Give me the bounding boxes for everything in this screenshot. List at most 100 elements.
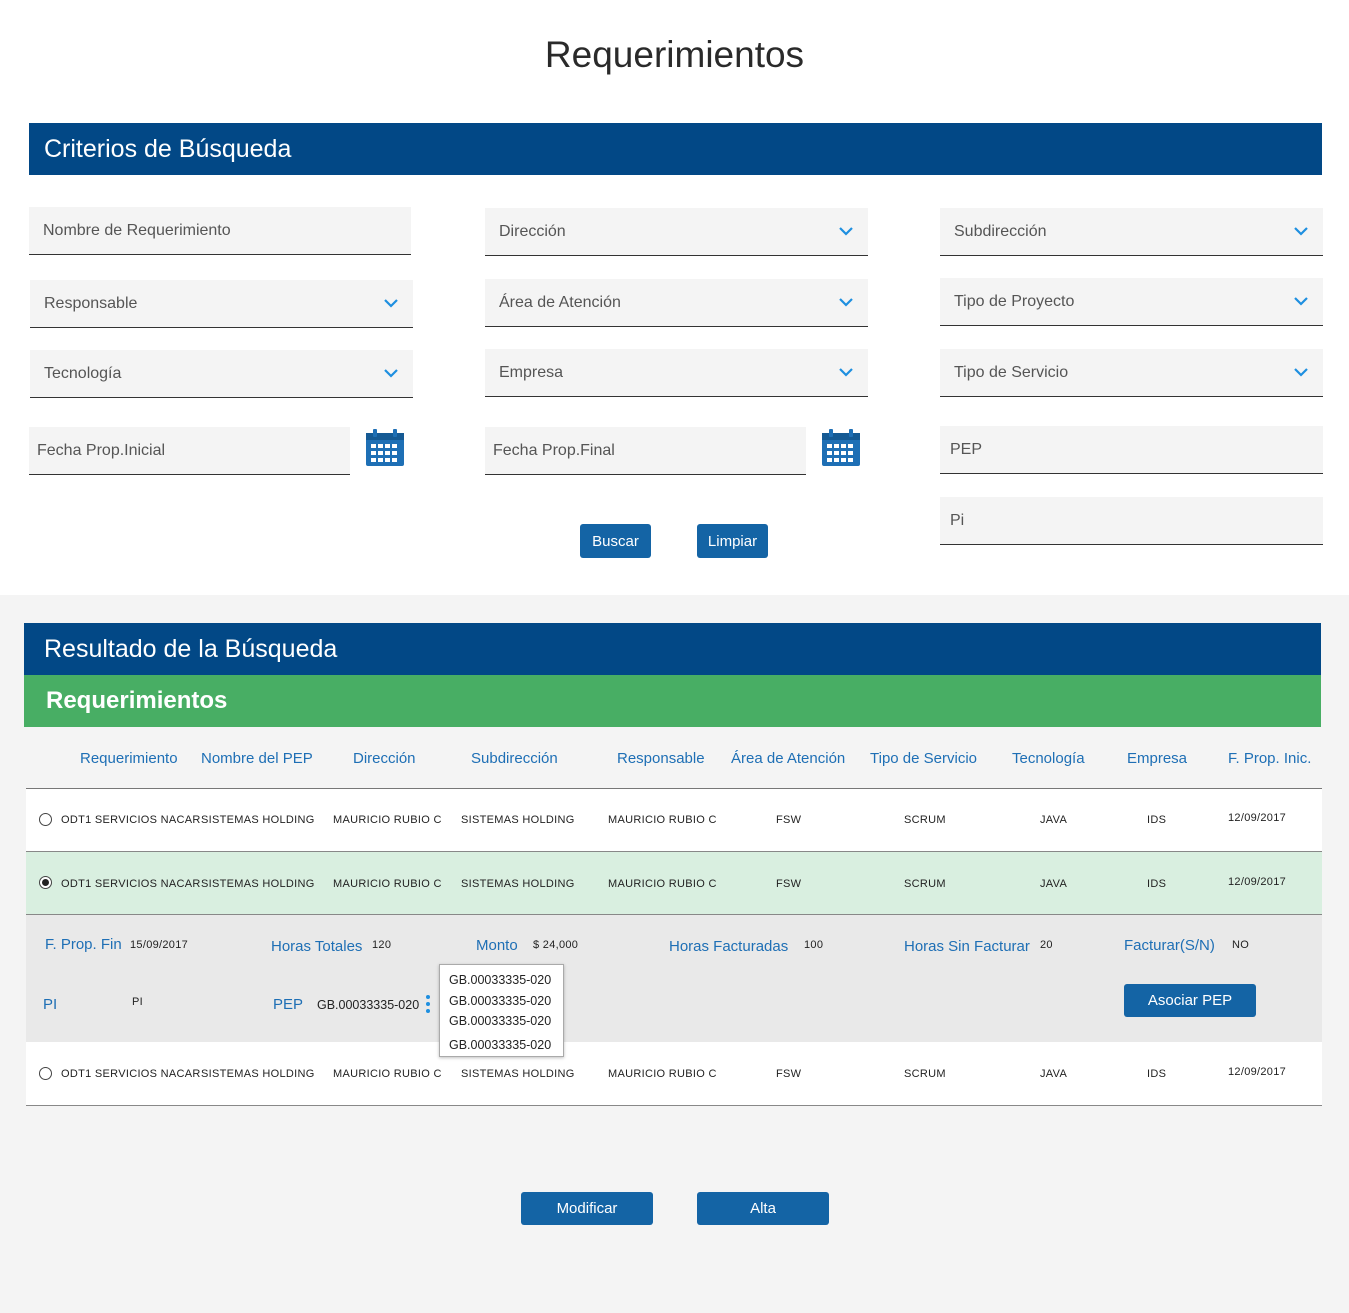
col-nombre-pep[interactable]: Nombre del PEP	[201, 727, 313, 789]
row-radio[interactable]	[39, 876, 52, 889]
cell-subdireccion: SISTEMAS HOLDING	[461, 878, 575, 890]
fecha-final-input[interactable]: Fecha Prop.Final	[485, 427, 806, 475]
responsable-label: Responsable	[44, 294, 138, 312]
pi-placeholder: Pi	[950, 511, 965, 529]
tecnologia-label: Tecnología	[44, 364, 122, 382]
buscar-button[interactable]: Buscar	[580, 524, 651, 558]
col-direccion[interactable]: Dirección	[353, 727, 416, 789]
pep-option[interactable]: GB.00033335-020	[449, 1014, 551, 1028]
horas-sin-facturar-value: 20	[1040, 939, 1053, 951]
requerimientos-section-title: Requerimientos	[24, 675, 1321, 727]
pep-option[interactable]: GB.00033335-020	[449, 1038, 551, 1052]
pep-option[interactable]: GB.00033335-020	[449, 994, 551, 1008]
results-title: Resultado de la Búsqueda	[44, 634, 338, 663]
cell-tecnologia: JAVA	[1040, 1068, 1068, 1080]
tipo-servicio-label: Tipo de Servicio	[954, 363, 1069, 381]
cell-tecnologia: JAVA	[1040, 878, 1068, 890]
col-empresa[interactable]: Empresa	[1127, 727, 1187, 789]
cell-requerimiento: ODT1 SERVICIOS NACAR	[61, 878, 201, 890]
cell-empresa: IDS	[1147, 1068, 1167, 1080]
pep-input[interactable]: PEP	[940, 426, 1323, 474]
chevron-down-icon	[838, 224, 854, 240]
chevron-down-icon	[1293, 294, 1309, 310]
col-tecnologia[interactable]: Tecnología	[1012, 727, 1085, 789]
limpiar-button[interactable]: Limpiar	[697, 524, 768, 558]
pep-value: GB.00033335-020	[317, 998, 420, 1012]
alta-button[interactable]: Alta	[697, 1192, 829, 1225]
facturar-label: Facturar(S/N)	[1124, 937, 1215, 954]
col-requerimiento[interactable]: Requerimiento	[80, 727, 178, 789]
nombre-requerimiento-placeholder: Nombre de Requerimiento	[43, 221, 231, 239]
kebab-menu-icon[interactable]	[426, 995, 430, 1016]
cell-direccion: MAURICIO RUBIO C	[333, 814, 442, 826]
calendar-icon[interactable]	[821, 428, 863, 468]
tipo-proyecto-label: Tipo de Proyecto	[954, 292, 1075, 310]
col-tipo-servicio[interactable]: Tipo de Servicio	[870, 727, 977, 789]
calendar-icon[interactable]	[365, 428, 407, 468]
direccion-label: Dirección	[499, 222, 566, 240]
subdireccion-select[interactable]: Subdirección	[940, 208, 1323, 256]
cell-nombre-pep: SISTEMAS HOLDING	[201, 814, 315, 826]
asociar-pep-button[interactable]: Asociar PEP	[1124, 984, 1256, 1017]
cell-direccion: MAURICIO RUBIO C	[333, 1068, 442, 1080]
responsable-select[interactable]: Responsable	[30, 280, 413, 328]
cell-subdireccion: SISTEMAS HOLDING	[461, 1068, 575, 1080]
pep-placeholder: PEP	[950, 440, 983, 458]
pi-value: PI	[132, 996, 143, 1008]
col-area-atencion[interactable]: Área de Atención	[731, 727, 845, 789]
fecha-inicial-placeholder: Fecha Prop.Inicial	[37, 441, 166, 459]
cell-empresa: IDS	[1147, 814, 1167, 826]
results-header: Resultado de la Búsqueda	[24, 623, 1321, 675]
cell-nombre-pep: SISTEMAS HOLDING	[201, 1068, 315, 1080]
f-prop-fin-label: F. Prop. Fin	[45, 936, 122, 953]
area-atencion-select[interactable]: Área de Atención	[485, 279, 868, 327]
fecha-inicial-input[interactable]: Fecha Prop.Inicial	[29, 427, 350, 475]
monto-value: $ 24,000	[533, 939, 579, 951]
chevron-down-icon	[838, 365, 854, 381]
tecnologia-select[interactable]: Tecnología	[30, 350, 413, 398]
cell-responsable: MAURICIO RUBIO C	[608, 814, 717, 826]
row-radio[interactable]	[39, 1067, 52, 1080]
table-row-selected[interactable]: ODT1 SERVICIOS NACAR SISTEMAS HOLDING MA…	[26, 852, 1322, 915]
search-criteria-header: Criterios de Búsqueda	[29, 123, 1322, 175]
pi-input[interactable]: Pi	[940, 497, 1323, 545]
cell-nombre-pep: SISTEMAS HOLDING	[201, 878, 315, 890]
facturar-value: NO	[1232, 939, 1250, 951]
horas-sin-facturar-label: Horas Sin Facturar	[904, 938, 1030, 955]
pep-option[interactable]: GB.00033335-020	[449, 973, 551, 987]
pep-dropdown-menu: GB.00033335-020 GB.00033335-020 GB.00033…	[439, 964, 564, 1057]
horas-facturadas-value: 100	[804, 939, 824, 951]
cell-fecha: 12/09/2017	[1228, 1066, 1287, 1078]
modificar-button[interactable]: Modificar	[521, 1192, 653, 1225]
chevron-down-icon	[383, 366, 399, 382]
cell-area: FSW	[776, 878, 802, 890]
row-radio[interactable]	[39, 813, 52, 826]
col-f-prop-inic[interactable]: F. Prop. Inic.	[1228, 727, 1311, 789]
cell-tipo-servicio: SCRUM	[904, 878, 946, 890]
cell-tipo-servicio: SCRUM	[904, 814, 946, 826]
nombre-requerimiento-input[interactable]: Nombre de Requerimiento	[29, 207, 411, 255]
horas-totales-label: Horas Totales	[271, 938, 363, 955]
cell-fecha: 12/09/2017	[1228, 812, 1287, 824]
cell-subdireccion: SISTEMAS HOLDING	[461, 814, 575, 826]
tipo-proyecto-select[interactable]: Tipo de Proyecto	[940, 278, 1323, 326]
table-row[interactable]: ODT1 SERVICIOS NACAR SISTEMAS HOLDING MA…	[26, 789, 1322, 852]
empresa-label: Empresa	[499, 363, 564, 381]
table-row[interactable]: ODT1 SERVICIOS NACAR SISTEMAS HOLDING MA…	[26, 1042, 1322, 1106]
horas-totales-value: 120	[372, 939, 392, 951]
row-detail-panel: F. Prop. Fin 15/09/2017 Horas Totales 12…	[26, 915, 1322, 1042]
empresa-select[interactable]: Empresa	[485, 349, 868, 397]
area-atencion-label: Área de Atención	[499, 293, 621, 311]
page-title: Requerimientos	[544, 34, 805, 75]
horas-facturadas-label: Horas Facturadas	[669, 938, 789, 955]
f-prop-fin-value: 15/09/2017	[130, 939, 189, 951]
chevron-down-icon	[838, 295, 854, 311]
cell-direccion: MAURICIO RUBIO C	[333, 878, 442, 890]
subdireccion-label: Subdirección	[954, 222, 1047, 240]
tipo-servicio-select[interactable]: Tipo de Servicio	[940, 349, 1323, 397]
col-subdireccion[interactable]: Subdirección	[471, 727, 558, 789]
col-responsable[interactable]: Responsable	[617, 727, 705, 789]
pep-label: PEP	[273, 996, 304, 1013]
cell-empresa: IDS	[1147, 878, 1167, 890]
direccion-select[interactable]: Dirección	[485, 208, 868, 256]
